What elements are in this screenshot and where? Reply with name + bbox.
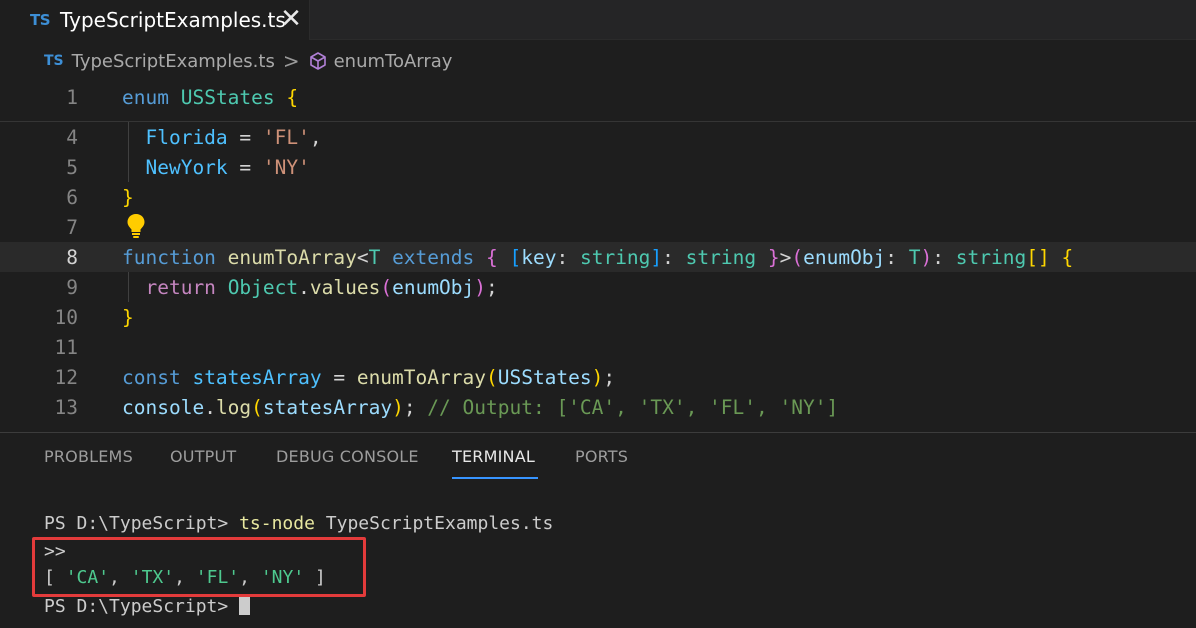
- line-number: 10: [54, 305, 78, 329]
- line-number: 4: [66, 125, 78, 149]
- terminal-prompt[interactable]: PS D:\TypeScript>: [44, 595, 251, 617]
- panel-tab-bar: PROBLEMS OUTPUT DEBUG CONSOLE TERMINAL P…: [0, 433, 1196, 483]
- typescript-file-icon: TS: [30, 11, 51, 29]
- close-tab-icon[interactable]: ✕: [278, 4, 304, 34]
- tab-ports[interactable]: PORTS: [575, 447, 628, 466]
- code-line[interactable]: 5 NewYork = 'NY': [0, 152, 1196, 182]
- code-line[interactable]: 12 const statesArray = enumToArray(USSta…: [0, 362, 1196, 392]
- code-editor[interactable]: 1 enum USStates { 4 Florida = 'FL', 5 Ne…: [0, 82, 1196, 432]
- highlight-box: [32, 537, 366, 597]
- code-line[interactable]: 10 }: [0, 302, 1196, 332]
- line-number: 7: [66, 215, 78, 239]
- code-text: }: [122, 185, 134, 209]
- terminal-line: PS D:\TypeScript> ts-node TypeScriptExam…: [44, 513, 554, 534]
- code-text: enum USStates {: [122, 85, 299, 109]
- line-number: 12: [54, 365, 78, 389]
- terminal-cursor: [239, 595, 251, 615]
- tab-terminal[interactable]: TERMINAL: [452, 447, 535, 466]
- code-line[interactable]: 4 Florida = 'FL',: [0, 122, 1196, 152]
- breadcrumb-symbol[interactable]: enumToArray: [334, 51, 453, 72]
- code-line[interactable]: 6 }: [0, 182, 1196, 212]
- typescript-file-icon: TS: [44, 53, 64, 69]
- tab-label: TypeScriptExamples.ts: [60, 8, 286, 32]
- line-number: 5: [66, 155, 78, 179]
- code-line[interactable]: 13 console.log(statesArray); // Output: …: [0, 392, 1196, 422]
- editor-tab-typescriptexamples[interactable]: TS TypeScriptExamples.ts ✕: [0, 0, 310, 40]
- code-text: }: [122, 305, 134, 329]
- line-number: 1: [66, 85, 78, 109]
- code-line[interactable]: 9 return Object.values(enumObj);: [0, 272, 1196, 302]
- code-text: return Object.values(enumObj);: [145, 275, 498, 299]
- code-line[interactable]: 11: [0, 332, 1196, 362]
- code-line[interactable]: 1 enum USStates {: [0, 82, 1196, 112]
- breadcrumb-file[interactable]: TypeScriptExamples.ts: [72, 51, 275, 72]
- tab-output[interactable]: OUTPUT: [170, 447, 236, 466]
- code-text: Florida = 'FL',: [145, 125, 322, 149]
- breadcrumb: TS TypeScriptExamples.ts > enumToArray: [0, 40, 1196, 82]
- code-text: NewYork = 'NY': [145, 155, 310, 179]
- active-tab-indicator: [452, 477, 538, 479]
- line-number: 13: [54, 395, 78, 419]
- line-number: 9: [66, 275, 78, 299]
- code-text: console.log(statesArray); // Output: ['C…: [122, 395, 839, 419]
- code-text: const statesArray = enumToArray(USStates…: [122, 365, 616, 389]
- code-line[interactable]: 7: [0, 212, 1196, 242]
- breadcrumb-separator: >: [282, 49, 300, 73]
- folded-region-separator: [0, 112, 1196, 122]
- bottom-panel: PROBLEMS OUTPUT DEBUG CONSOLE TERMINAL P…: [0, 432, 1196, 628]
- editor-tab-bar: TS TypeScriptExamples.ts ✕: [0, 0, 1196, 40]
- code-line-current[interactable]: 8 function enumToArray<T extends { [key:…: [0, 242, 1196, 272]
- tab-problems[interactable]: PROBLEMS: [44, 447, 133, 466]
- tab-debug-console[interactable]: DEBUG CONSOLE: [276, 447, 419, 466]
- code-text: function enumToArray<T extends { [key: s…: [122, 245, 1074, 269]
- line-number: 8: [66, 245, 78, 269]
- line-number: 6: [66, 185, 78, 209]
- line-number: 11: [54, 335, 78, 359]
- cube-icon: [309, 52, 326, 70]
- lightbulb-icon[interactable]: [124, 212, 148, 240]
